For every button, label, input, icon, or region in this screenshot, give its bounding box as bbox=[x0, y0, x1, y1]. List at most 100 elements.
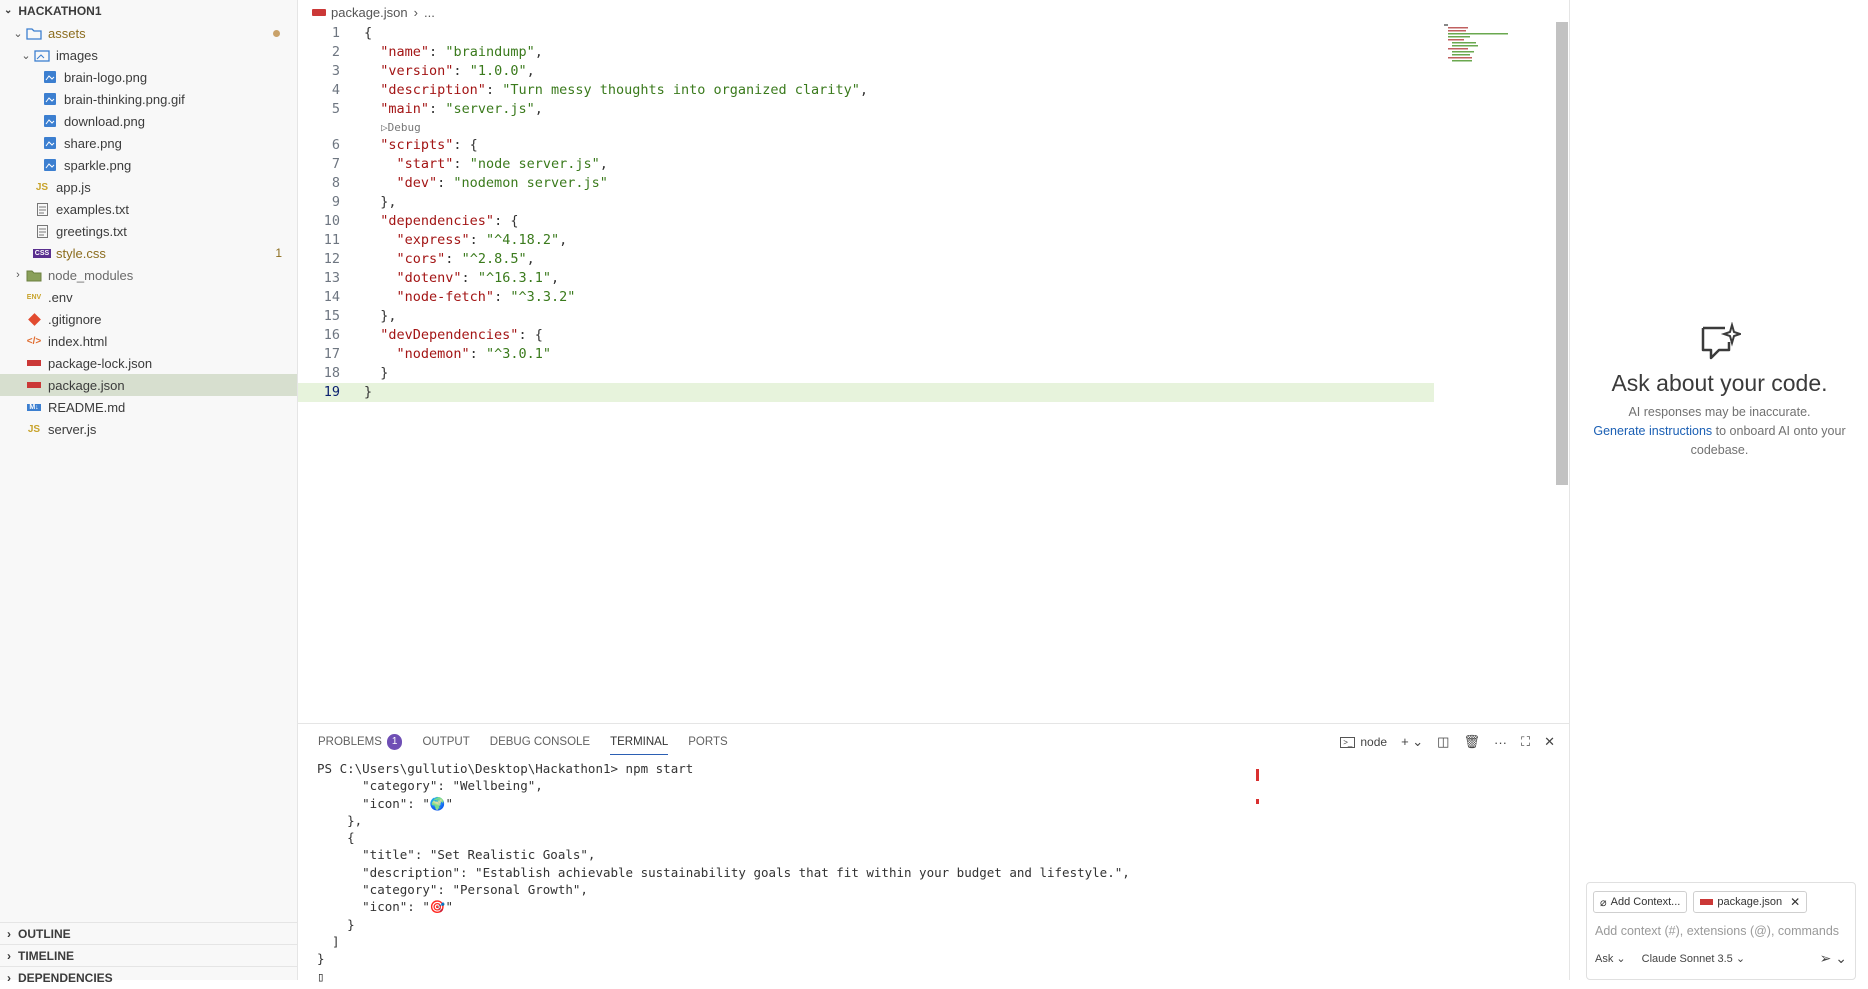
close-icon[interactable]: ✕ bbox=[1790, 895, 1800, 909]
chevron-down-icon: ⌄ bbox=[21, 49, 31, 62]
tree-item-index-html[interactable]: </> index.html bbox=[0, 330, 297, 352]
code-line: 6 "scripts": { bbox=[298, 136, 1556, 155]
json-punct: : bbox=[453, 156, 470, 172]
code-line: 13 "dotenv": "^16.3.1", bbox=[298, 269, 1556, 288]
tree-item--env[interactable]: ENV .env bbox=[0, 286, 297, 308]
editor-scrollbar[interactable] bbox=[1556, 22, 1568, 485]
send-icon[interactable]: ➢ ⌄ bbox=[1820, 950, 1847, 967]
chevron-right-icon: › bbox=[7, 927, 11, 941]
tree-item-label: index.html bbox=[48, 333, 108, 349]
tree-item-sparkle-png[interactable]: sparkle.png bbox=[0, 154, 297, 176]
split-terminal-icon[interactable]: ◫ bbox=[1437, 734, 1449, 750]
generate-instructions-link[interactable]: Generate instructions bbox=[1593, 424, 1712, 438]
minimap[interactable] bbox=[1444, 24, 1514, 64]
chat-sparkle-icon bbox=[1701, 322, 1741, 360]
tree-item-greetings-txt[interactable]: greetings.txt bbox=[0, 220, 297, 242]
mode-picker[interactable]: Ask ⌄ bbox=[1595, 952, 1626, 965]
env-file-icon: ENV bbox=[26, 293, 42, 301]
code-line: 11 "express": "^4.18.2", bbox=[298, 231, 1556, 250]
json-key: "main" bbox=[380, 101, 430, 117]
tree-item-label: brain-thinking.png.gif bbox=[64, 91, 185, 107]
chat-prompt-input[interactable]: Add context (#), extensions (@), command… bbox=[1587, 913, 1855, 938]
tab-terminal[interactable]: TERMINAL bbox=[610, 730, 669, 755]
chevron-right-icon: › bbox=[413, 4, 418, 20]
json-punct: : bbox=[429, 44, 446, 60]
explorer-root[interactable]: ⌄ HACKATHON1 bbox=[0, 0, 297, 22]
tree-item-label: node_modules bbox=[48, 267, 134, 283]
tab-debug-console[interactable]: DEBUG CONSOLE bbox=[490, 730, 590, 754]
json-key: "nodemon" bbox=[396, 346, 470, 362]
timeline-section[interactable]: › TIMELINE bbox=[0, 944, 297, 967]
json-string: "server.js" bbox=[445, 101, 535, 117]
tree-item-label: .env bbox=[48, 289, 73, 305]
tree-item--gitignore[interactable]: .gitignore bbox=[0, 308, 297, 330]
tree-item-node-modules[interactable]: › node_modules bbox=[0, 264, 297, 286]
tab-ports[interactable]: PORTS bbox=[688, 730, 727, 754]
tree-item-package-json[interactable]: package.json bbox=[0, 374, 297, 396]
line-number: 10 bbox=[323, 213, 340, 229]
chat-input-box: ⌀ Add Context... package.json ✕ Add cont… bbox=[1586, 882, 1856, 980]
tree-item-package-lock-json[interactable]: package-lock.json bbox=[0, 352, 297, 374]
breadcrumb-more[interactable]: ... bbox=[424, 5, 435, 20]
close-icon[interactable]: ✕ bbox=[1544, 734, 1555, 750]
add-context-button[interactable]: ⌀ Add Context... bbox=[1593, 891, 1688, 913]
tree-item-readme-md[interactable]: M↓ README.md bbox=[0, 396, 297, 418]
line-number: 19 bbox=[323, 384, 340, 400]
code-line: 1{ bbox=[298, 24, 1556, 43]
tree-item-style-css[interactable]: CSS style.css 1 bbox=[0, 242, 297, 264]
json-punct: : bbox=[429, 101, 446, 117]
json-punct: : { bbox=[453, 137, 478, 153]
json-punct: , bbox=[534, 101, 543, 117]
json-string: "^16.3.1" bbox=[477, 270, 551, 286]
chat-context-row: ⌀ Add Context... package.json ✕ bbox=[1587, 883, 1855, 913]
json-punct: , bbox=[859, 82, 868, 98]
json-punct: }, bbox=[380, 308, 397, 324]
tree-item-brain-thinking-png-gif[interactable]: brain-thinking.png.gif bbox=[0, 88, 297, 110]
tree-item-share-png[interactable]: share.png bbox=[0, 132, 297, 154]
tab-problems[interactable]: PROBLEMS 1 bbox=[318, 730, 403, 754]
tab-label: PROBLEMS bbox=[318, 736, 382, 748]
code-view[interactable]: 1{2 "name": "braindump", 3 "version": "1.… bbox=[298, 24, 1556, 402]
tree-item-examples-txt[interactable]: examples.txt bbox=[0, 198, 297, 220]
breadcrumb-file[interactable]: package.json bbox=[331, 5, 408, 20]
json-punct: : bbox=[485, 82, 503, 98]
modified-dot bbox=[273, 30, 280, 37]
json-string: "braindump" bbox=[445, 44, 535, 60]
json-key: "express" bbox=[396, 232, 470, 248]
debug-codelens[interactable]: ▷Debug bbox=[298, 119, 1556, 136]
code-line: 5 "main": "server.js", bbox=[298, 100, 1556, 119]
tree-item-assets[interactable]: ⌄ assets bbox=[0, 22, 297, 44]
code-line: 7 "start": "node server.js", bbox=[298, 155, 1556, 174]
image-folder-icon bbox=[34, 48, 50, 62]
json-key: "node-fetch" bbox=[396, 289, 495, 305]
model-picker[interactable]: Claude Sonnet 3.5 ⌄ bbox=[1642, 952, 1745, 965]
new-terminal-icon[interactable]: + ⌄ bbox=[1401, 734, 1423, 750]
tree-item-label: style.css bbox=[56, 245, 106, 261]
terminal-line: "title": "Set Realistic Goals", bbox=[317, 847, 596, 863]
tree-item-label: server.js bbox=[48, 421, 97, 437]
context-file-chip[interactable]: package.json ✕ bbox=[1693, 891, 1808, 913]
npm-file-icon bbox=[26, 378, 42, 392]
tab-output[interactable]: OUTPUT bbox=[422, 730, 469, 754]
terminal-line: ▯ bbox=[317, 968, 325, 984]
tree-item-download-png[interactable]: download.png bbox=[0, 110, 297, 132]
maximize-panel-icon[interactable]: ⛶ bbox=[1521, 734, 1530, 750]
chevron-down-icon: ⌄ bbox=[13, 27, 23, 40]
timeline-label: TIMELINE bbox=[18, 949, 74, 963]
tab-label: PORTS bbox=[688, 736, 728, 748]
trash-icon[interactable]: 🗑 bbox=[1463, 734, 1480, 750]
terminal-instance[interactable]: >_ node bbox=[1340, 735, 1387, 749]
json-punct: : bbox=[437, 175, 454, 191]
tree-item-images[interactable]: ⌄ images bbox=[0, 44, 297, 66]
dependencies-section[interactable]: › DEPENDENCIES bbox=[0, 966, 297, 989]
tree-item-server-js[interactable]: JS server.js bbox=[0, 418, 297, 440]
tree-item-app-js[interactable]: JS app.js bbox=[0, 176, 297, 198]
tree-item-brain-logo-png[interactable]: brain-logo.png bbox=[0, 66, 297, 88]
context-file-label: package.json bbox=[1717, 896, 1783, 908]
outline-section[interactable]: › OUTLINE bbox=[0, 922, 297, 945]
more-actions-icon[interactable]: ··· bbox=[1494, 735, 1507, 750]
terminal-output[interactable]: PS C:\Users\gullutio\Desktop\Hackathon1>… bbox=[298, 760, 1569, 985]
